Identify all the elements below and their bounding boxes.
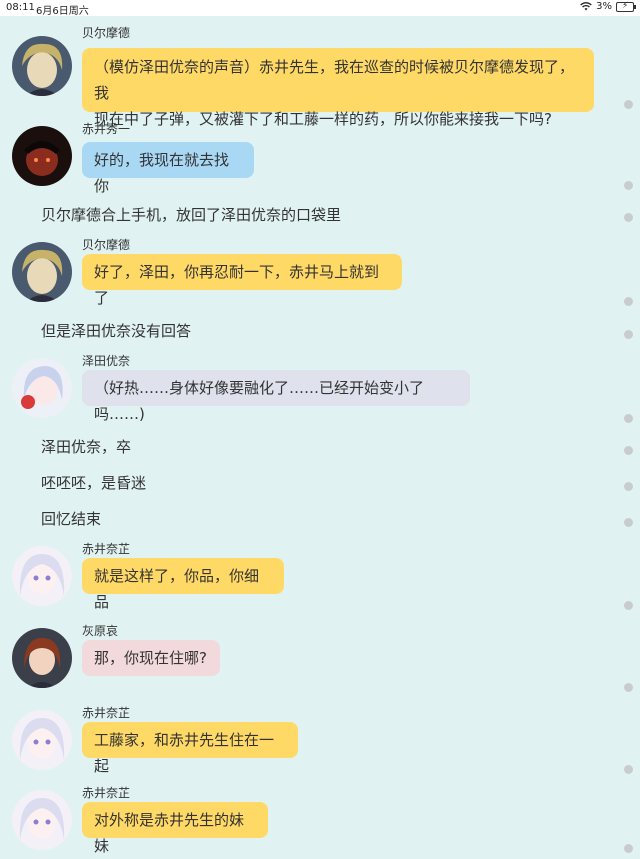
message-item: 赤井奈芷 就是这样了，你品，你细品 xyxy=(0,540,620,612)
haibara-ai-avatar[interactable] xyxy=(12,628,72,688)
message-item: 赤井奈芷 对外称是赤井先生的妹妹 xyxy=(0,784,620,856)
message-marker xyxy=(624,213,633,222)
message-text-line: 好了，泽田，你再忍耐一下，赤井马上就到了 xyxy=(94,263,380,307)
message-text-line: （模仿泽田优奈的声音）赤井先生，我在巡查的时候被贝尔摩德发现了，我 xyxy=(94,58,575,102)
message-text-line: 对外称是赤井先生的妹妹 xyxy=(94,811,245,855)
sender-name: 泽田优奈 xyxy=(82,354,131,368)
akai-shuichi-avatar[interactable] xyxy=(12,126,72,186)
sender-name: 赤井秀一 xyxy=(82,122,131,136)
narration-text: 回忆结束 xyxy=(41,510,102,528)
message-text-line: （好热……身体好像要融化了……已经开始变小了吗……) xyxy=(94,379,425,423)
vermouth-avatar[interactable] xyxy=(12,36,72,96)
message-marker xyxy=(624,297,633,306)
message-text-line: 就是这样了，你品，你细品 xyxy=(94,567,260,611)
message-text-line: 工藤家，和赤井先生住在一起 xyxy=(94,731,275,775)
message-item: 泽田优奈 （好热……身体好像要融化了……已经开始变小了吗……) xyxy=(0,352,620,424)
message-item: 赤井奈芷 工藤家，和赤井先生住在一起 xyxy=(0,704,620,776)
narration-text: 但是泽田优奈没有回答 xyxy=(41,322,192,340)
message-marker xyxy=(624,446,633,455)
message-item: 贝尔摩德 （模仿泽田优奈的声音）赤井先生，我在巡查的时候被贝尔摩德发现了，我 现… xyxy=(0,24,620,128)
vermouth-avatar[interactable] xyxy=(12,242,72,302)
message-marker xyxy=(624,601,633,610)
message-marker xyxy=(624,683,633,692)
message-marker xyxy=(624,414,633,423)
wifi-icon xyxy=(580,2,592,11)
message-bubble[interactable]: （好热……身体好像要融化了……已经开始变小了吗……) xyxy=(82,370,470,423)
message-item: 贝尔摩德 好了，泽田，你再忍耐一下，赤井马上就到了 xyxy=(0,236,620,308)
narration-text: 贝尔摩德合上手机，放回了泽田优奈的口袋里 xyxy=(41,206,342,224)
status-date: 6月6日周六 xyxy=(36,6,89,17)
message-bubble[interactable]: 工藤家，和赤井先生住在一起 xyxy=(82,722,298,775)
message-item: 灰原哀 那，你现在住哪? xyxy=(0,622,620,694)
message-marker xyxy=(624,765,633,774)
battery-percent: 3% xyxy=(596,1,612,12)
sender-name: 贝尔摩德 xyxy=(82,238,131,252)
message-bubble[interactable]: （模仿泽田优奈的声音）赤井先生，我在巡查的时候被贝尔摩德发现了，我 现在中了子弹… xyxy=(82,48,594,128)
message-marker xyxy=(624,100,633,109)
message-bubble[interactable]: 好了，泽田，你再忍耐一下，赤井马上就到了 xyxy=(82,254,402,307)
message-marker xyxy=(624,482,633,491)
message-item: 赤井秀一 好的，我现在就去找你 xyxy=(0,120,620,195)
narration-text: 呸呸呸，是昏迷 xyxy=(41,474,147,492)
message-text-line: 好的，我现在就去找你 xyxy=(94,151,230,195)
sender-name: 灰原哀 xyxy=(82,624,119,638)
message-bubble[interactable]: 好的，我现在就去找你 xyxy=(82,142,254,195)
status-right: 3% ⚡ xyxy=(580,1,636,12)
sender-name: 贝尔摩德 xyxy=(82,26,131,40)
sender-name: 赤井奈芷 xyxy=(82,706,131,720)
message-bubble[interactable]: 对外称是赤井先生的妹妹 xyxy=(82,802,268,855)
status-time: 08:11 xyxy=(6,2,35,13)
message-marker xyxy=(624,518,633,527)
chat-area[interactable]: 贝尔摩德 （模仿泽田优奈的声音）赤井先生，我在巡查的时候被贝尔摩德发现了，我 现… xyxy=(0,16,640,856)
narration-text: 泽田优奈，卒 xyxy=(41,438,132,456)
battery-icon: ⚡ xyxy=(616,1,636,12)
message-marker xyxy=(624,181,633,190)
sender-name: 赤井奈芷 xyxy=(82,786,131,800)
sawada-yuna-avatar[interactable] xyxy=(12,358,72,418)
message-marker xyxy=(624,330,633,339)
akai-naizhi-avatar[interactable] xyxy=(12,790,72,850)
status-bar: 08:11 6月6日周六 3% ⚡ xyxy=(0,0,640,17)
akai-naizhi-avatar[interactable] xyxy=(12,546,72,606)
message-marker xyxy=(624,844,633,853)
message-bubble[interactable]: 那，你现在住哪? xyxy=(82,640,220,676)
sender-name: 赤井奈芷 xyxy=(82,542,131,556)
message-text-line: 那，你现在住哪? xyxy=(94,649,207,667)
akai-naizhi-avatar[interactable] xyxy=(12,710,72,770)
message-bubble[interactable]: 就是这样了，你品，你细品 xyxy=(82,558,284,611)
